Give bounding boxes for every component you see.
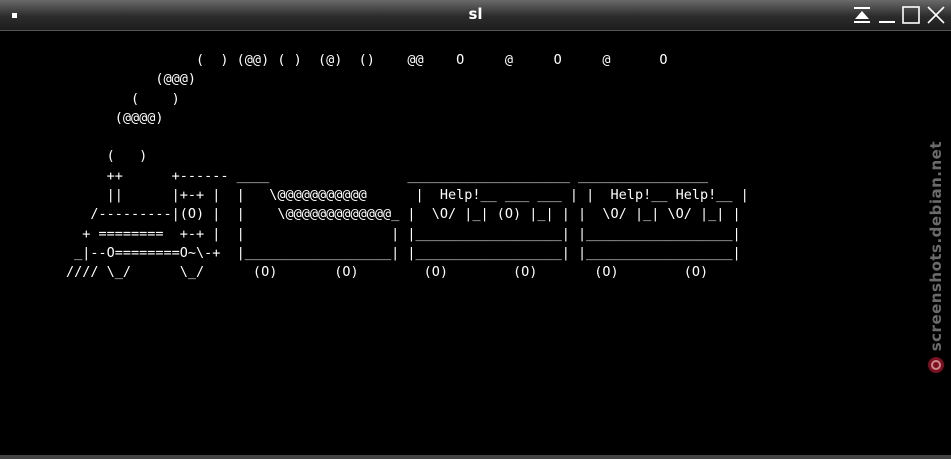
watermark-text: screenshots.debian.net — [927, 141, 945, 352]
sl-train-ascii-art: ( ) (@@) ( ) (@) () @@ O @ O @ O (@@@) (… — [66, 52, 749, 281]
maximize-vertical-button[interactable] — [852, 5, 872, 25]
minimize-icon — [879, 21, 895, 23]
close-icon — [927, 6, 945, 24]
window-title: sl — [468, 5, 483, 23]
maximize-vertical-icon — [854, 7, 870, 23]
window-titlebar[interactable]: sl — [0, 0, 951, 31]
debian-swirl-icon — [928, 357, 944, 374]
close-button[interactable] — [926, 5, 946, 25]
maximize-button[interactable] — [901, 5, 921, 25]
maximize-icon — [902, 6, 920, 24]
minimize-button[interactable] — [877, 5, 897, 25]
window-bottom-border[interactable] — [0, 455, 951, 459]
watermark: screenshots.debian.net — [923, 141, 949, 391]
terminal-area[interactable]: ( ) (@@) ( ) (@) () @@ O @ O @ O (@@@) (… — [0, 31, 951, 455]
